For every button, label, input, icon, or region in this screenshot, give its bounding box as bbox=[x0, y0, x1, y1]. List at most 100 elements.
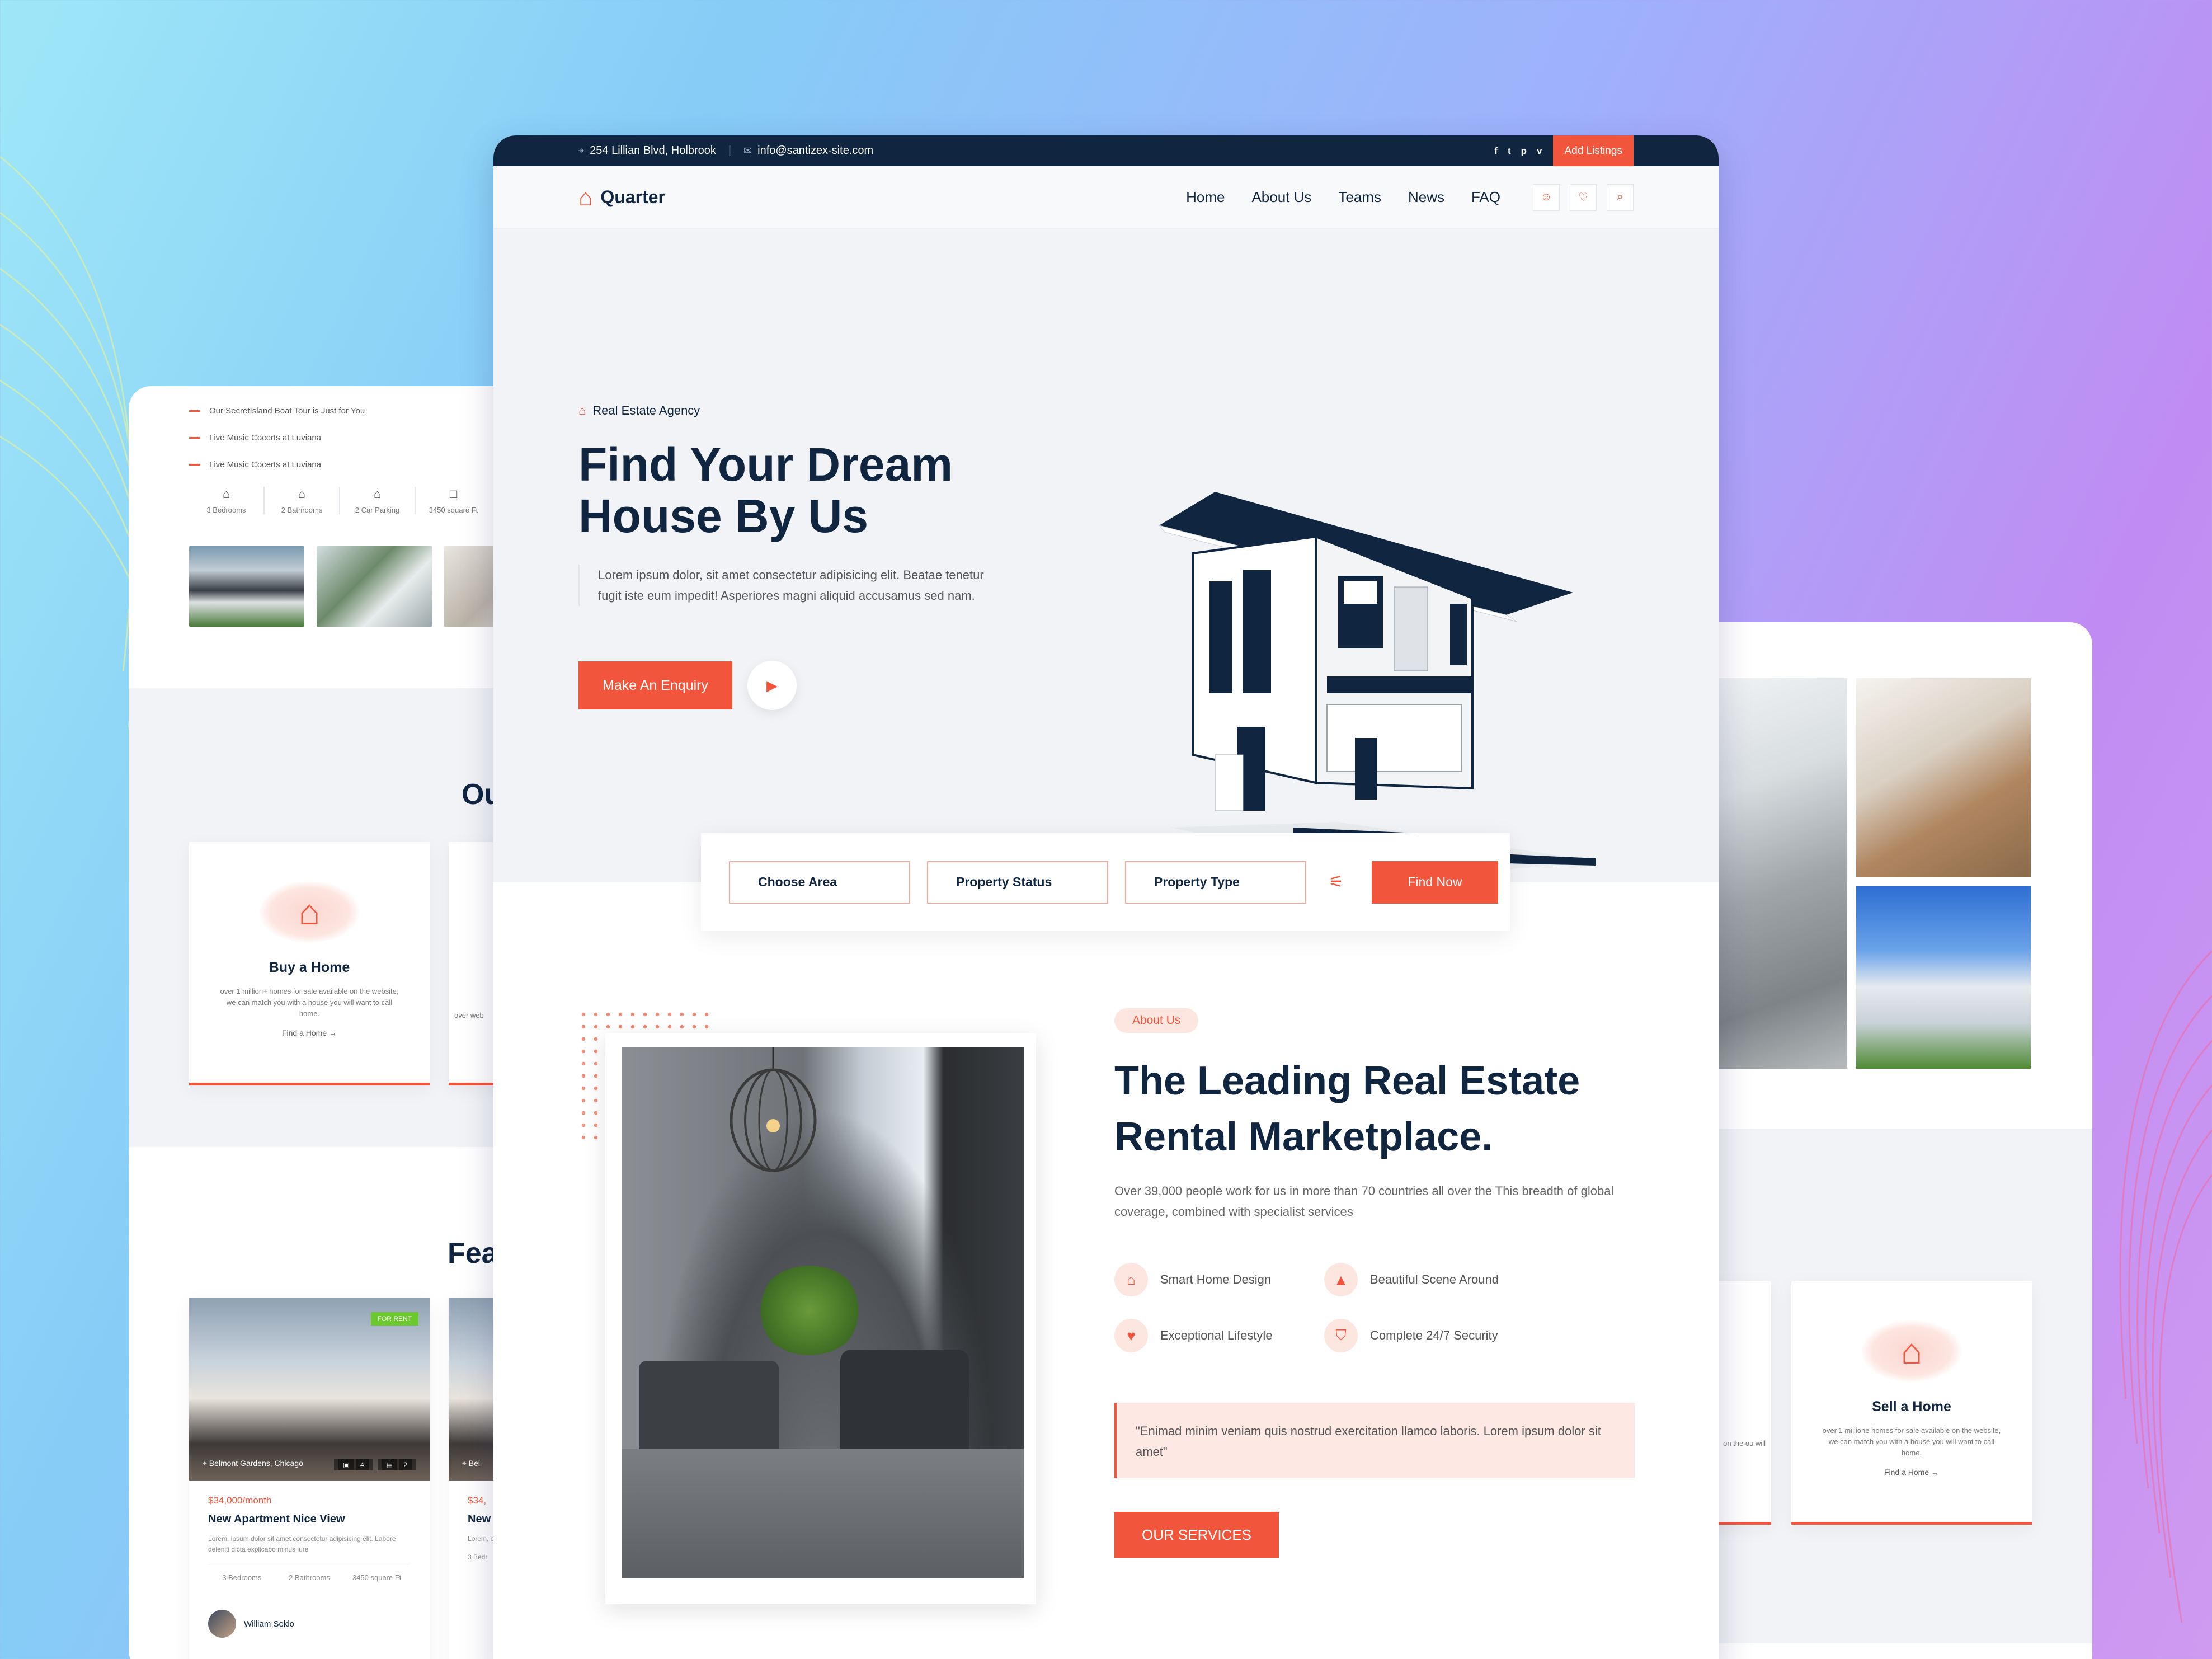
vimeo-icon[interactable]: v bbox=[1537, 145, 1542, 157]
photo-count[interactable]: ▣ 4 bbox=[334, 1459, 373, 1470]
meta-bedrooms: 3 Bedrooms bbox=[222, 1573, 262, 1582]
hero-section: ⌂ Real Estate Agency Find Your Dream Hou… bbox=[493, 229, 1719, 882]
feature-label: Beautiful Scene Around bbox=[1370, 1272, 1499, 1286]
nav-teams[interactable]: Teams bbox=[1338, 189, 1381, 206]
add-listings-button[interactable]: Add Listings bbox=[1553, 135, 1634, 166]
living-room-photo bbox=[622, 1047, 1024, 1578]
card-link-label: Find a Home bbox=[281, 1028, 327, 1037]
service-card-buy[interactable]: ⌂ Buy a Home over 1 million+ homes for s… bbox=[189, 842, 430, 1085]
property-image[interactable]: FOR RENT ⌖ Belmont Gardens, Chicago ▣ 4 … bbox=[189, 1298, 430, 1481]
bed-icon: ⌂ bbox=[222, 487, 230, 501]
feature-item: ⛉ Complete 24/7 Security bbox=[1324, 1319, 1534, 1352]
feature-bathrooms: ⌂ 2 Bathrooms bbox=[265, 487, 340, 514]
list-item[interactable]: Live Music Cocerts at Luviana bbox=[189, 451, 365, 478]
feature-label: 2 Bathrooms bbox=[281, 506, 323, 514]
property-features: ⌂ 3 Bedrooms ⌂ 2 Bathrooms ⌂ 2 Car Parking … bbox=[189, 487, 491, 514]
divider: | bbox=[728, 144, 732, 157]
feature-bedrooms: ⌂ 3 Bedrooms bbox=[189, 487, 265, 514]
feature-item: ⌂ Smart Home Design bbox=[1114, 1263, 1324, 1296]
find-now-button[interactable]: Find Now bbox=[1371, 861, 1498, 904]
event-list: Our SecretIsland Boat Tour is Just for Y… bbox=[189, 397, 365, 478]
gallery-thumb[interactable] bbox=[317, 546, 432, 627]
property-type-select[interactable]: Property Type bbox=[1125, 861, 1306, 904]
nav-about-us[interactable]: About Us bbox=[1251, 189, 1311, 206]
nav-icons: ☺ ♡ ⌕ bbox=[1533, 184, 1634, 211]
play-video-button[interactable]: ▶ bbox=[747, 661, 797, 710]
heart-icon[interactable]: ♡ bbox=[1570, 184, 1597, 211]
nav-home[interactable]: Home bbox=[1186, 189, 1225, 206]
feature-label: Exceptional Lifestyle bbox=[1160, 1328, 1273, 1342]
property-agent[interactable]: William Seklo bbox=[208, 1610, 411, 1638]
status-badge: FOR RENT bbox=[370, 1312, 418, 1326]
card-link[interactable]: Find a Home → bbox=[189, 1028, 430, 1037]
social-links: f t p v bbox=[1494, 145, 1542, 157]
home-hand-icon: ⌂ bbox=[259, 881, 360, 943]
feature-label: 3450 square Ft bbox=[429, 506, 478, 514]
camera-icon: ▣ bbox=[338, 1459, 354, 1470]
card-description: over 1 million+ homes for sale available… bbox=[220, 987, 399, 1018]
heart-icon: ♥ bbox=[1114, 1319, 1148, 1352]
about-features: ⌂ Smart Home Design ▲ Beautiful Scene Arou… bbox=[1114, 1263, 1540, 1352]
hero-title: Find Your Dream House By Us bbox=[578, 438, 953, 542]
card-link-label: Find a Home bbox=[1884, 1468, 1929, 1477]
card-description: over 1 millione homes for sale available… bbox=[1822, 1426, 2001, 1457]
service-card-sell[interactable]: ⌂ Sell a Home over 1 millione homes for … bbox=[1791, 1281, 2032, 1525]
our-services-button[interactable]: OUR SERVICES bbox=[1114, 1512, 1279, 1558]
interior-photo[interactable] bbox=[1856, 678, 2031, 877]
logo-text: Quarter bbox=[600, 187, 665, 207]
feature-area: □ 3450 square Ft bbox=[416, 487, 491, 514]
left-preview-page: Our SecretIsland Boat Tour is Just for Y… bbox=[129, 386, 554, 1659]
shield-icon: ⛉ bbox=[1324, 1319, 1358, 1352]
facebook-icon[interactable]: f bbox=[1494, 145, 1498, 157]
list-item[interactable]: Live Music Cocerts at Luviana bbox=[189, 424, 365, 451]
mail-icon: ✉ bbox=[743, 145, 752, 156]
search-icon[interactable]: ⌕ bbox=[1607, 184, 1634, 211]
pin-icon: ⌖ bbox=[203, 1459, 207, 1468]
location-label: Belmont Gardens, Chicago bbox=[209, 1459, 303, 1468]
user-icon[interactable]: ☺ bbox=[1533, 184, 1560, 211]
make-enquiry-button[interactable]: Make An Enquiry bbox=[578, 661, 732, 709]
arrow-right-icon: → bbox=[329, 1028, 337, 1037]
pin-icon: ⌖ bbox=[462, 1459, 467, 1468]
property-description: Lorem, ipsum dolor sit amet consectetur … bbox=[208, 1535, 396, 1553]
right-preview-page: cus on the ou will ⌂ Sell a Home over 1 … bbox=[1667, 622, 2092, 1659]
handshake-home-icon: ⌂ bbox=[1861, 1320, 1962, 1382]
address: 254 Lillian Blvd, Holbrook bbox=[590, 144, 716, 157]
mountain-icon: ▲ bbox=[1324, 1263, 1358, 1296]
twitter-icon[interactable]: t bbox=[1508, 145, 1511, 157]
play-icon: ▶ bbox=[766, 676, 778, 694]
about-title: The Leading Real Estate Rental Marketpla… bbox=[1114, 1059, 1580, 1159]
media-counts: ▣ 4 ▤ 2 bbox=[334, 1459, 416, 1470]
filter-icon[interactable]: ⚟ bbox=[1329, 872, 1344, 892]
section-badge: About Us bbox=[1114, 1008, 1199, 1033]
card-link[interactable]: Find a Home → bbox=[1791, 1468, 2032, 1477]
pinterest-icon[interactable]: p bbox=[1521, 145, 1527, 157]
property-card[interactable]: FOR RENT ⌖ Belmont Gardens, Chicago ▣ 4 … bbox=[189, 1298, 430, 1659]
property-location: ⌖ Bel bbox=[462, 1459, 480, 1468]
area-select[interactable]: Choose Area bbox=[729, 861, 910, 904]
rug bbox=[622, 1449, 1024, 1578]
bonsai-tree bbox=[756, 1266, 863, 1355]
top-bar: ⌖ 254 Lillian Blvd, Holbrook | ✉ info@sa… bbox=[493, 135, 1719, 166]
photo-count-value: 4 bbox=[355, 1459, 369, 1470]
house-photo[interactable] bbox=[1856, 886, 2031, 1069]
property-meta: 3 Bedrooms 2 Bathrooms 3450 square Ft bbox=[208, 1563, 411, 1582]
video-count[interactable]: ▤ 2 bbox=[377, 1459, 416, 1470]
arrow-right-icon: → bbox=[1931, 1468, 1940, 1477]
list-item[interactable]: Our SecretIsland Boat Tour is Just for Y… bbox=[189, 397, 365, 424]
nav-faq[interactable]: FAQ bbox=[1471, 189, 1500, 206]
feature-label: 3 Bedrooms bbox=[206, 506, 246, 514]
property-status-select[interactable]: Property Status bbox=[927, 861, 1108, 904]
property-name[interactable]: New Apartment Nice View bbox=[208, 1513, 411, 1526]
about-description: Over 39,000 people work for us in more t… bbox=[1114, 1184, 1614, 1219]
hero-tagline: ⌂ Real Estate Agency bbox=[578, 403, 700, 418]
gallery-thumb[interactable] bbox=[189, 546, 304, 627]
feature-label: Complete 24/7 Security bbox=[1370, 1328, 1498, 1342]
meta-area: 3450 square Ft bbox=[352, 1573, 402, 1582]
email-link[interactable]: info@santizex-site.com bbox=[757, 144, 873, 157]
home-icon: ⌂ bbox=[578, 403, 586, 417]
location-pin-icon: ⌖ bbox=[578, 145, 585, 156]
nav-news[interactable]: News bbox=[1408, 189, 1444, 206]
hero-tag-label: Real Estate Agency bbox=[592, 403, 700, 417]
logo[interactable]: ⌂ Quarter bbox=[578, 185, 665, 209]
